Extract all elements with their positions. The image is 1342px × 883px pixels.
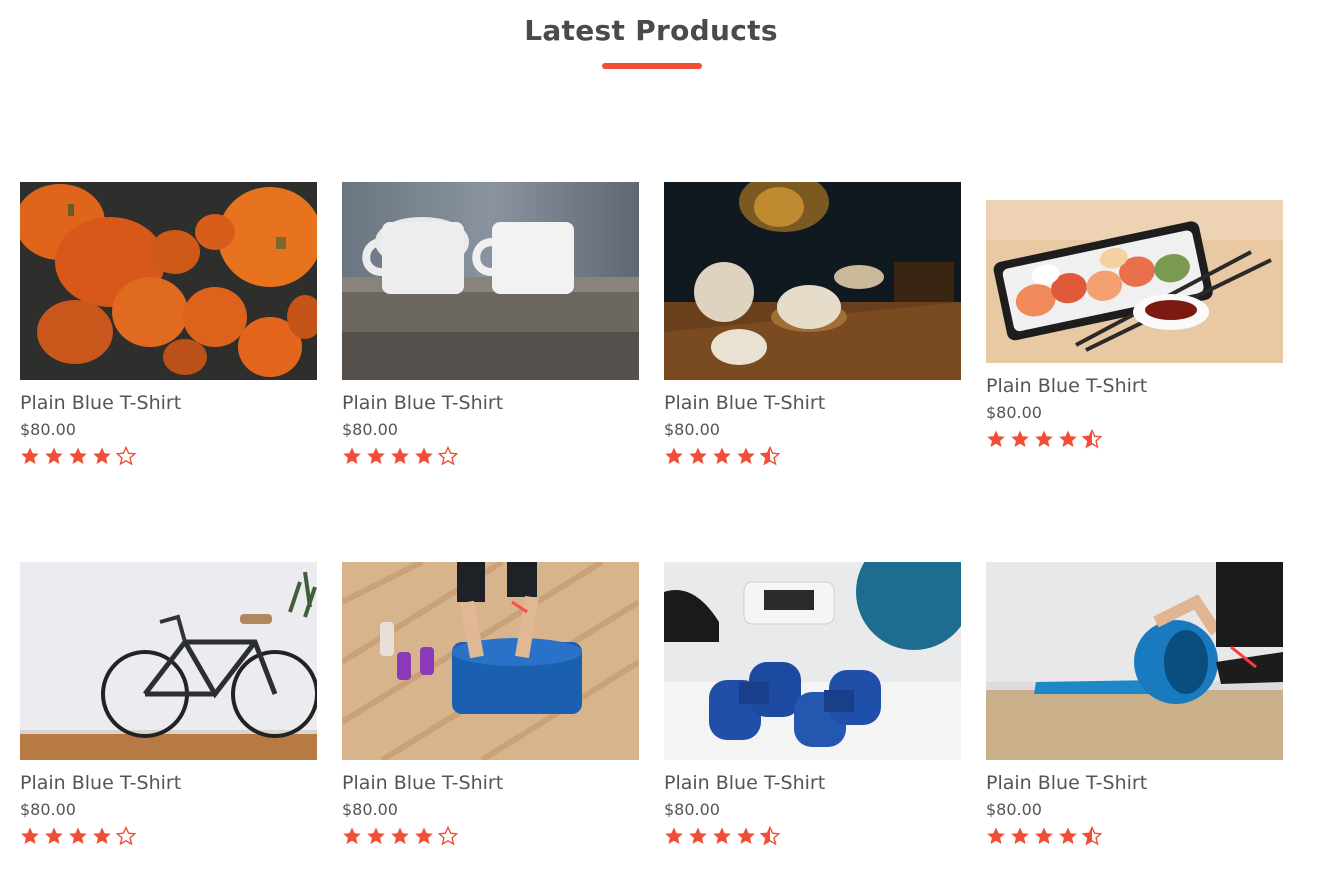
star-empty-icon [438, 826, 458, 846]
star-half-icon [760, 826, 780, 846]
rolling-yoga-mat-photo [986, 562, 1283, 760]
product-card[interactable]: Plain Blue T-Shirt $80.00 [664, 562, 961, 846]
product-name[interactable]: Plain Blue T-Shirt [342, 392, 639, 414]
product-price: $80.00 [20, 420, 76, 439]
star-empty-icon [116, 826, 136, 846]
star-rating [986, 826, 1283, 846]
section-title: Latest Products [524, 14, 778, 47]
star-full-icon [21, 827, 39, 844]
product-image[interactable] [342, 182, 639, 380]
star-full-icon [367, 447, 385, 464]
product-name[interactable]: Plain Blue T-Shirt [20, 392, 317, 414]
star-rating [664, 446, 961, 466]
star-full-icon [689, 447, 707, 464]
star-half-icon [1082, 429, 1102, 449]
product-image[interactable] [664, 182, 961, 380]
star-full-icon [415, 827, 433, 844]
star-full-icon [391, 447, 409, 464]
star-full-icon [1011, 827, 1029, 844]
star-full-icon [1059, 827, 1077, 844]
star-half-icon [760, 446, 780, 466]
bicycle-photo [20, 562, 317, 760]
product-image[interactable] [20, 562, 317, 760]
product-name[interactable]: Plain Blue T-Shirt [986, 375, 1283, 397]
star-full-icon [665, 447, 683, 464]
product-name[interactable]: Plain Blue T-Shirt [664, 772, 961, 794]
star-full-icon [1011, 430, 1029, 447]
product-card[interactable]: Plain Blue T-Shirt $80.00 [342, 562, 639, 846]
star-rating [20, 446, 317, 466]
product-card[interactable]: Plain Blue T-Shirt $80.00 [20, 182, 317, 466]
product-price: $80.00 [342, 420, 398, 439]
star-empty-icon [438, 446, 458, 466]
yoga-mat-dumbbells-photo [342, 562, 639, 760]
title-underline [602, 63, 702, 69]
star-half-icon [1082, 826, 1102, 846]
star-full-icon [45, 827, 63, 844]
pumpkins-photo [20, 182, 317, 380]
product-image[interactable] [664, 562, 961, 760]
star-full-icon [21, 447, 39, 464]
product-card[interactable]: Plain Blue T-Shirt $80.00 [342, 182, 639, 466]
star-full-icon [343, 827, 361, 844]
star-full-icon [93, 827, 111, 844]
sushi-tray-photo [986, 200, 1283, 363]
star-full-icon [45, 447, 63, 464]
star-rating [664, 826, 961, 846]
star-full-icon [665, 827, 683, 844]
product-price: $80.00 [664, 420, 720, 439]
product-price: $80.00 [342, 800, 398, 819]
product-price: $80.00 [986, 800, 1042, 819]
star-full-icon [987, 827, 1005, 844]
star-full-icon [1059, 430, 1077, 447]
star-full-icon [391, 827, 409, 844]
star-full-icon [713, 447, 731, 464]
star-rating [20, 826, 317, 846]
star-full-icon [415, 447, 433, 464]
blue-dumbbells-photo [664, 562, 961, 760]
product-name[interactable]: Plain Blue T-Shirt [20, 772, 317, 794]
star-full-icon [1035, 827, 1053, 844]
product-image[interactable] [986, 200, 1283, 363]
star-rating [986, 429, 1283, 449]
product-image[interactable] [986, 562, 1283, 760]
product-card[interactable]: Plain Blue T-Shirt $80.00 [20, 562, 317, 846]
star-full-icon [93, 447, 111, 464]
star-full-icon [343, 447, 361, 464]
product-image[interactable] [342, 562, 639, 760]
star-empty-icon [116, 446, 136, 466]
star-full-icon [987, 430, 1005, 447]
product-price: $80.00 [986, 403, 1042, 422]
star-rating [342, 826, 639, 846]
product-name[interactable]: Plain Blue T-Shirt [664, 392, 961, 414]
star-full-icon [69, 827, 87, 844]
product-card[interactable]: Plain Blue T-Shirt $80.00 [986, 562, 1283, 846]
star-full-icon [689, 827, 707, 844]
star-rating [342, 446, 639, 466]
white-mugs-photo [342, 182, 639, 380]
star-full-icon [737, 447, 755, 464]
star-full-icon [367, 827, 385, 844]
tea-set-photo [664, 182, 961, 380]
star-full-icon [69, 447, 87, 464]
product-name[interactable]: Plain Blue T-Shirt [986, 772, 1283, 794]
product-image[interactable] [20, 182, 317, 380]
star-full-icon [1035, 430, 1053, 447]
star-full-icon [713, 827, 731, 844]
star-full-icon [737, 827, 755, 844]
product-price: $80.00 [20, 800, 76, 819]
product-card[interactable]: Plain Blue T-Shirt $80.00 [986, 200, 1283, 449]
product-card[interactable]: Plain Blue T-Shirt $80.00 [664, 182, 961, 466]
product-price: $80.00 [664, 800, 720, 819]
product-name[interactable]: Plain Blue T-Shirt [342, 772, 639, 794]
